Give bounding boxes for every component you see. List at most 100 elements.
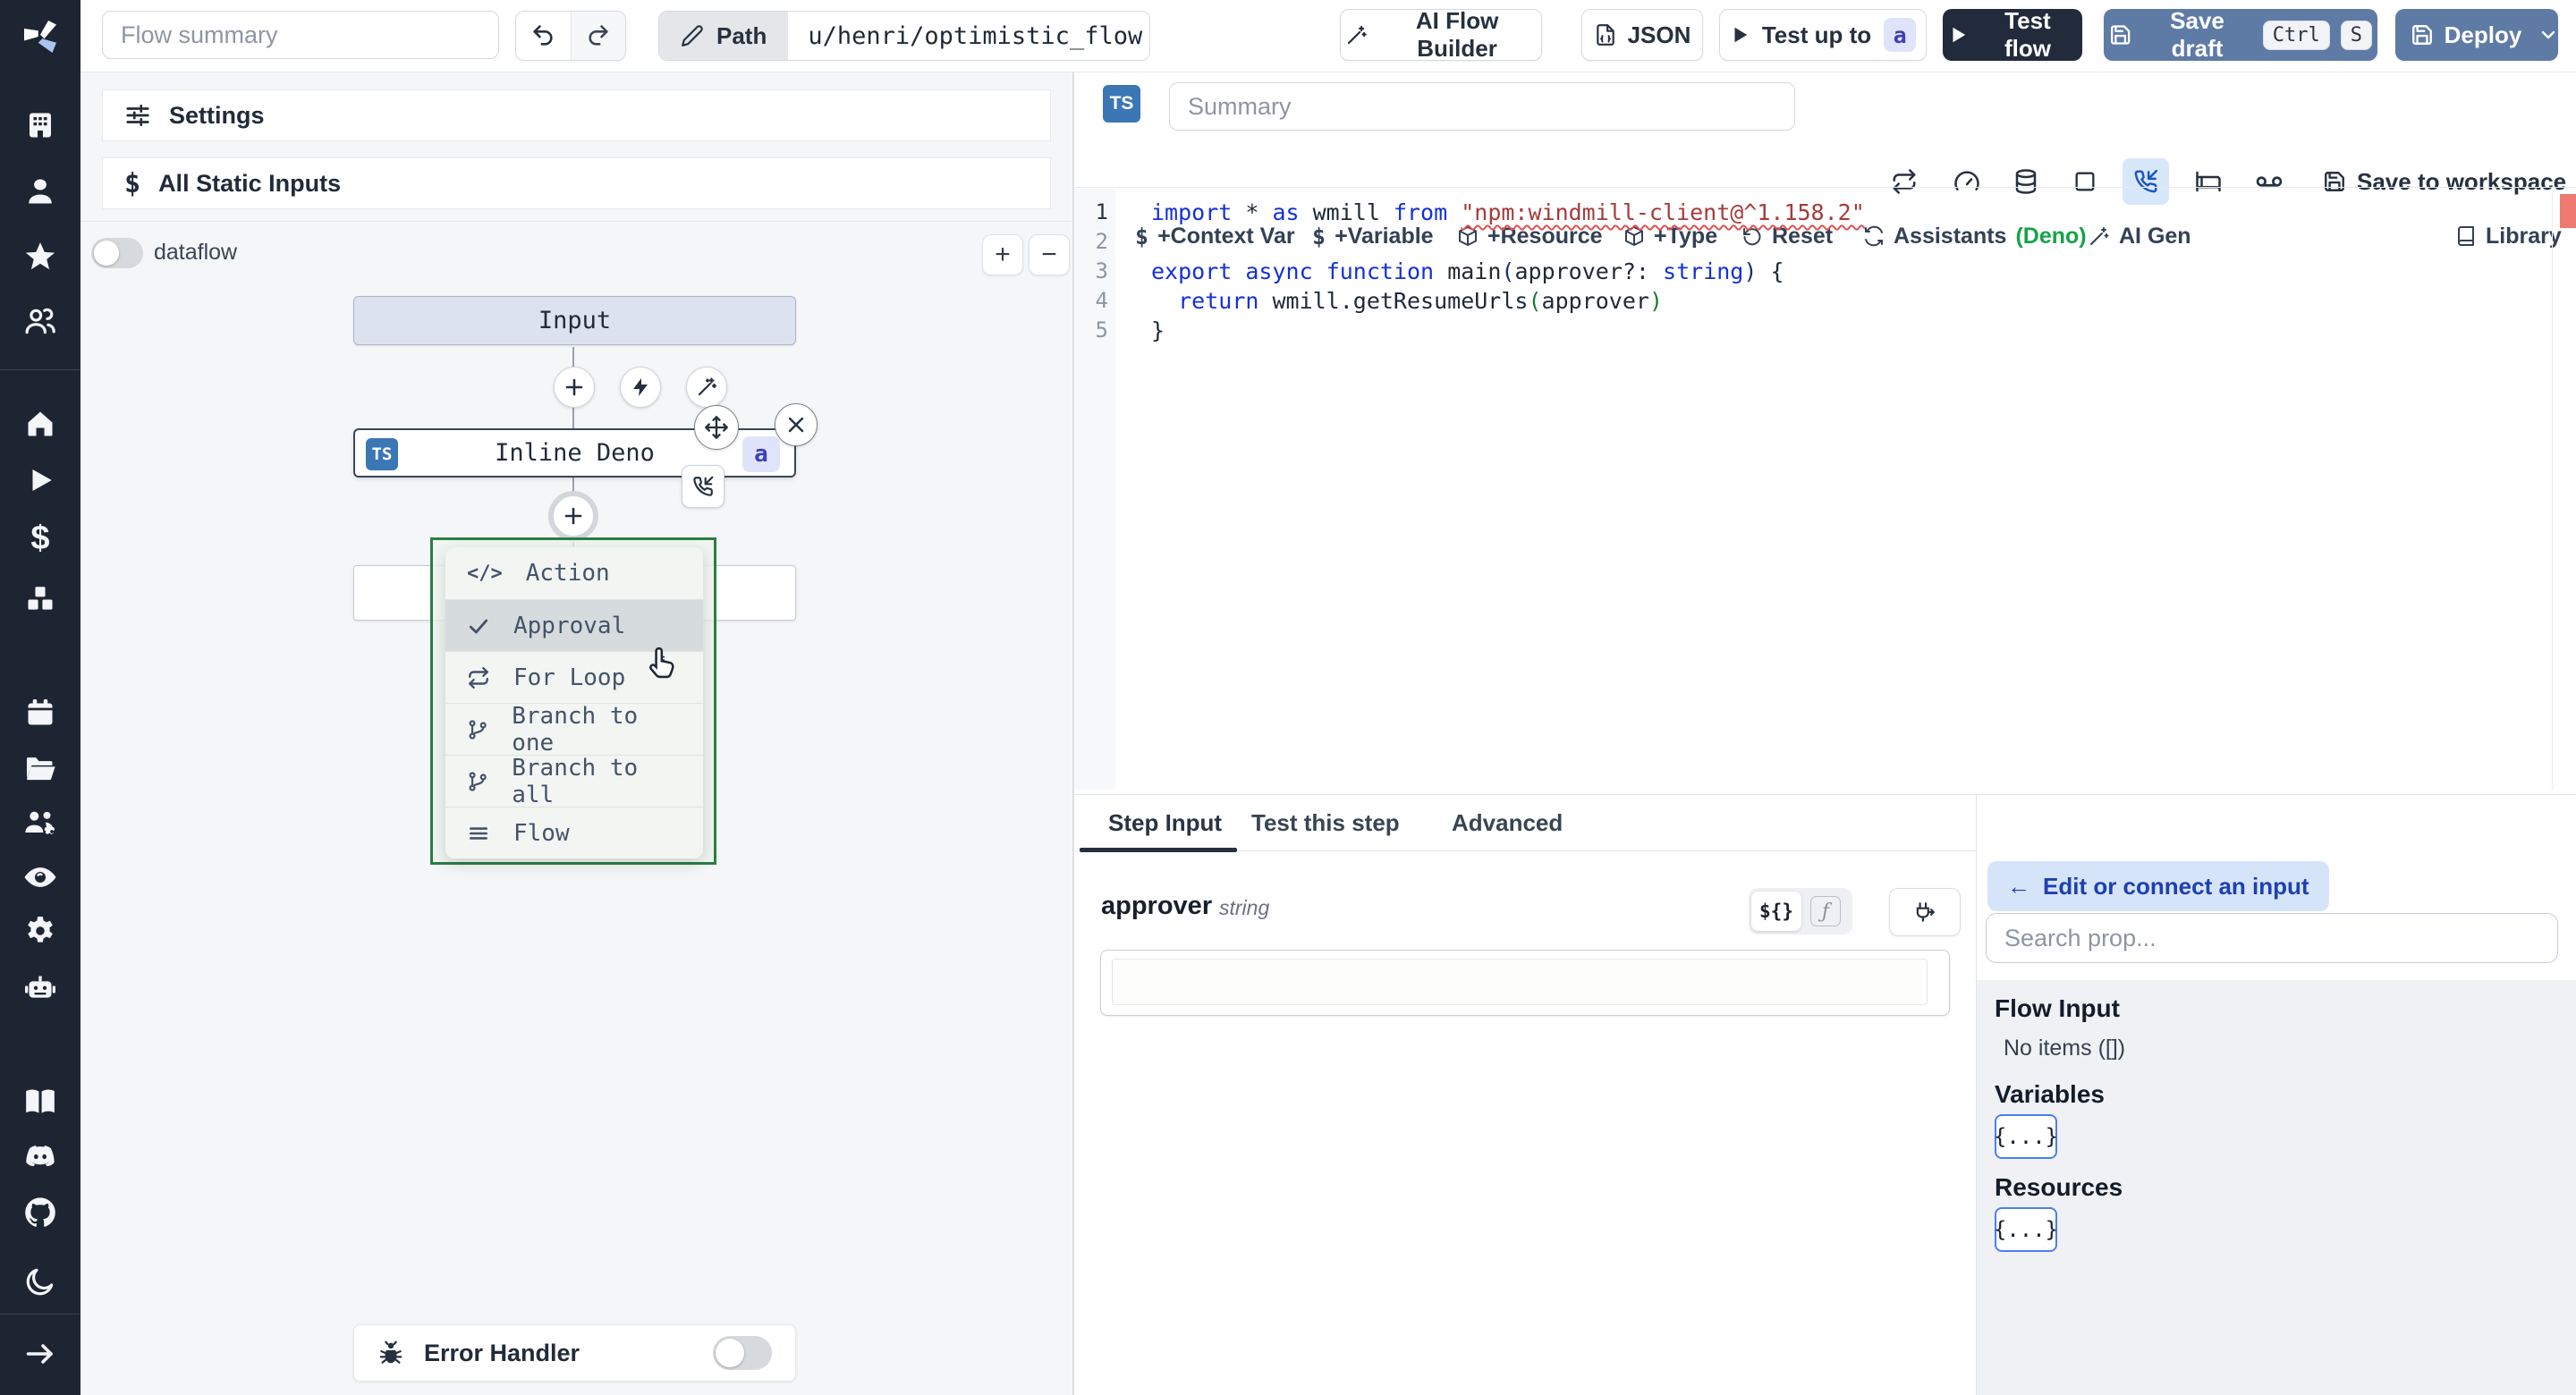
moon-icon[interactable] <box>0 1264 80 1298</box>
book-open-icon[interactable] <box>0 1085 80 1119</box>
search-prop-input[interactable] <box>1986 913 2558 963</box>
folder-open-icon[interactable] <box>0 751 80 785</box>
sidebar-divider <box>0 369 80 370</box>
dataflow-toggle[interactable] <box>91 238 143 268</box>
sleep-button[interactable] <box>2185 158 2232 205</box>
chevron-down-icon <box>2542 30 2555 39</box>
move-step-button[interactable] <box>694 405 739 450</box>
flow-input-title: Flow Input <box>1995 994 2120 1022</box>
wand-sparkles-icon <box>698 377 717 396</box>
discord-icon[interactable] <box>0 1138 80 1174</box>
robot-icon[interactable] <box>0 969 80 1005</box>
expr-mode-button[interactable]: ${} <box>1751 892 1801 931</box>
dollar-icon[interactable]: $ <box>0 520 80 556</box>
code-editor[interactable]: import * as wmill from "npm:windmill-cli… <box>1151 189 1865 345</box>
user-group-icon[interactable] <box>0 304 80 338</box>
all-static-inputs-button[interactable]: $ All Static Inputs <box>102 157 1051 209</box>
cache-button[interactable] <box>2003 158 2049 205</box>
divider <box>80 221 1072 222</box>
input-node-label: Input <box>538 307 612 334</box>
github-icon[interactable] <box>0 1195 80 1230</box>
tab-step-input[interactable]: Step Input <box>1108 809 1222 837</box>
ai-flow-builder-label: AI Flow Builder <box>1415 7 1499 62</box>
insert-step-button[interactable] <box>554 367 595 408</box>
error-handler-toggle[interactable] <box>713 1336 772 1370</box>
library-button[interactable]: Library <box>2455 216 2562 257</box>
zoom-out-button[interactable]: − <box>1029 234 1070 275</box>
suspend-approval-button[interactable] <box>2123 158 2169 205</box>
boxes-icon[interactable] <box>0 582 80 614</box>
gear-icon[interactable] <box>0 914 80 948</box>
menu-item-branch-to-all[interactable]: Branch to all <box>445 755 703 808</box>
users-gear-icon[interactable] <box>0 806 80 841</box>
menu-item-label: Flow <box>513 819 570 847</box>
field-name: approver <box>1101 892 1213 920</box>
insert-step-menu: </> Action Approval For Loop Branch to o… <box>430 537 716 865</box>
fn-mode-button[interactable]: ƒ <box>1801 896 1850 926</box>
redo-button[interactable] <box>571 12 625 60</box>
retry-button[interactable] <box>1881 158 1928 205</box>
field-type: string <box>1219 896 1270 919</box>
plug-arrow-icon <box>1916 902 1936 922</box>
menu-item-branch-to-one[interactable]: Branch to one <box>445 703 703 757</box>
pencil-icon <box>682 25 703 46</box>
test-flow-button[interactable]: Test flow <box>1943 7 2082 62</box>
menu-item-flow[interactable]: Flow <box>445 807 703 858</box>
expand-arrow-icon[interactable] <box>0 1338 80 1370</box>
input-node[interactable]: Input <box>353 296 796 345</box>
variables-expander[interactable]: {...} <box>1994 1114 2058 1159</box>
zoom-in-button[interactable]: + <box>982 234 1023 275</box>
deploy-dropdown-button[interactable] <box>2538 9 2559 61</box>
move-icon <box>705 416 728 439</box>
deploy-button[interactable]: Deploy <box>2394 9 2538 61</box>
json-button[interactable]: JSON <box>1581 9 1703 61</box>
assistants-button[interactable]: Assistants (Deno) <box>1863 216 2087 257</box>
variables-title: Variables <box>1995 1080 2105 1108</box>
flow-summary-input[interactable] <box>102 11 499 59</box>
step-summary-input[interactable] <box>1169 82 1795 131</box>
divider <box>1074 187 2576 188</box>
delete-step-button[interactable] <box>775 403 818 446</box>
undo-button[interactable] <box>516 12 572 60</box>
path-control[interactable]: Path u/henri/optimistic_flow <box>658 11 1150 61</box>
eye-icon[interactable] <box>0 859 80 895</box>
ai-flow-builder-button[interactable]: AI Flow Builder <box>1340 7 1542 62</box>
shared-directory-button[interactable] <box>2246 158 2292 205</box>
test-up-to-button[interactable]: Test up to a <box>1719 9 1927 61</box>
sliders-icon <box>126 105 149 126</box>
error-handler-node[interactable]: Error Handler <box>353 1324 796 1382</box>
home-icon[interactable] <box>0 408 80 440</box>
ai-suggest-button[interactable] <box>686 367 727 408</box>
save-icon <box>2411 25 2432 45</box>
step-node-label: Inline Deno <box>495 439 655 467</box>
test-flow-label: Test flow <box>2004 7 2051 62</box>
file-json-icon <box>1596 24 1614 46</box>
path-edit-button[interactable]: Path <box>659 12 789 60</box>
trigger-button[interactable] <box>620 367 661 408</box>
save-draft-button[interactable]: Save draft Ctrl S <box>2104 7 2377 62</box>
save-to-workspace-button[interactable]: Save to workspace <box>2323 158 2566 205</box>
mock-button[interactable] <box>2062 158 2108 205</box>
play-icon[interactable] <box>0 465 80 495</box>
topbar: Path u/henri/optimistic_flow AI Flow Bui… <box>80 0 2576 72</box>
code-icon: </> <box>467 562 503 585</box>
edit-or-connect-button[interactable]: ← Edit or connect an input <box>1987 861 2329 911</box>
ai-gen-button[interactable]: AI Gen <box>2089 216 2191 257</box>
error-handler-label: Error Handler <box>424 1339 580 1366</box>
user-icon[interactable] <box>0 175 80 207</box>
resources-expander[interactable]: {...} <box>1994 1207 2058 1252</box>
tab-test-this-step[interactable]: Test this step <box>1251 809 1400 837</box>
step-id-badge: a <box>1884 18 1917 52</box>
menu-item-action[interactable]: </> Action <box>445 547 703 599</box>
insert-step-button-active[interactable] <box>553 495 594 537</box>
early-stop-button[interactable] <box>1944 158 1990 205</box>
calendar-icon[interactable] <box>0 697 80 729</box>
connect-input-button[interactable] <box>1889 888 1961 936</box>
approver-value-input[interactable] <box>1112 959 1928 1005</box>
flow-settings-button[interactable]: Settings <box>102 89 1051 141</box>
windmill-logo[interactable] <box>0 13 80 61</box>
dollar-icon: $ <box>1135 223 1149 249</box>
buildings-icon[interactable] <box>0 109 80 141</box>
star-icon[interactable] <box>0 240 80 274</box>
tab-advanced[interactable]: Advanced <box>1452 809 1563 837</box>
